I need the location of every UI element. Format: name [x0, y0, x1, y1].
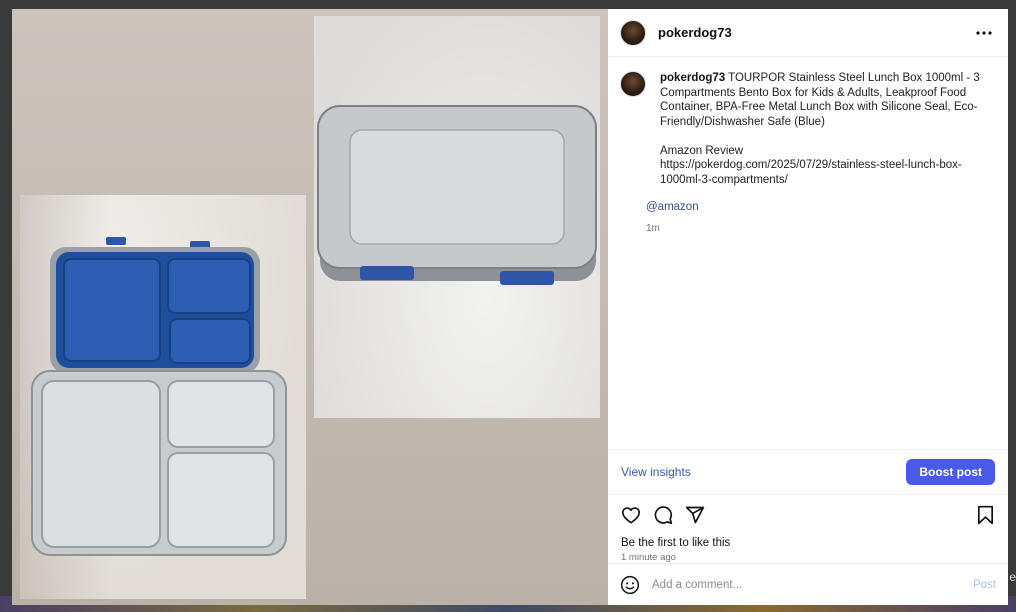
view-insights-link[interactable]: View insights [621, 465, 691, 479]
send-icon [685, 506, 705, 524]
likes-summary[interactable]: Be the first to like this [608, 535, 1008, 549]
mention-link[interactable]: @amazon [646, 201, 699, 213]
save-button[interactable] [974, 504, 996, 526]
boost-post-button[interactable]: Boost post [906, 459, 995, 485]
post-media[interactable] [12, 9, 608, 605]
post-timestamp: 1 minute ago [621, 552, 676, 563]
comment-input[interactable] [652, 578, 973, 591]
post-header: pokerdog73 [608, 9, 1008, 57]
comment-button[interactable] [652, 504, 674, 526]
like-button[interactable] [620, 504, 642, 526]
post-details-panel: pokerdog73 pokerdog73 TOURPOR Stainless … [608, 9, 1008, 605]
add-comment-bar: Post [608, 563, 1008, 605]
more-horizontal-icon [976, 30, 992, 35]
insights-bar: View insights Boost post [608, 449, 1008, 495]
avatar[interactable] [620, 19, 646, 46]
caption-body: pokerdog73 TOURPOR Stainless Steel Lunch… [660, 71, 996, 187]
post-author-username[interactable]: pokerdog73 [658, 25, 732, 40]
caption-age: 1m [646, 223, 660, 234]
comment-icon [654, 506, 673, 525]
more-options-button[interactable] [972, 21, 996, 45]
share-button[interactable] [684, 504, 706, 526]
caption-text: TOURPOR Stainless Steel Lunch Box 1000ml… [660, 72, 980, 186]
open-lunch-box-photo [20, 195, 306, 599]
background-text-fragment: e [1009, 570, 1016, 584]
comments-section[interactable]: pokerdog73 TOURPOR Stainless Steel Lunch… [608, 57, 1008, 449]
bookmark-icon [977, 505, 993, 525]
action-bar [608, 495, 1008, 535]
post-modal: pokerdog73 pokerdog73 TOURPOR Stainless … [12, 9, 1008, 605]
caption-avatar[interactable] [620, 71, 646, 97]
emoji-icon[interactable] [620, 575, 640, 595]
caption: pokerdog73 TOURPOR Stainless Steel Lunch… [620, 71, 996, 234]
heart-icon [621, 507, 640, 524]
caption-username[interactable]: pokerdog73 [660, 72, 725, 84]
closed-lunch-box-photo [314, 16, 600, 418]
post-comment-button[interactable]: Post [973, 579, 996, 591]
